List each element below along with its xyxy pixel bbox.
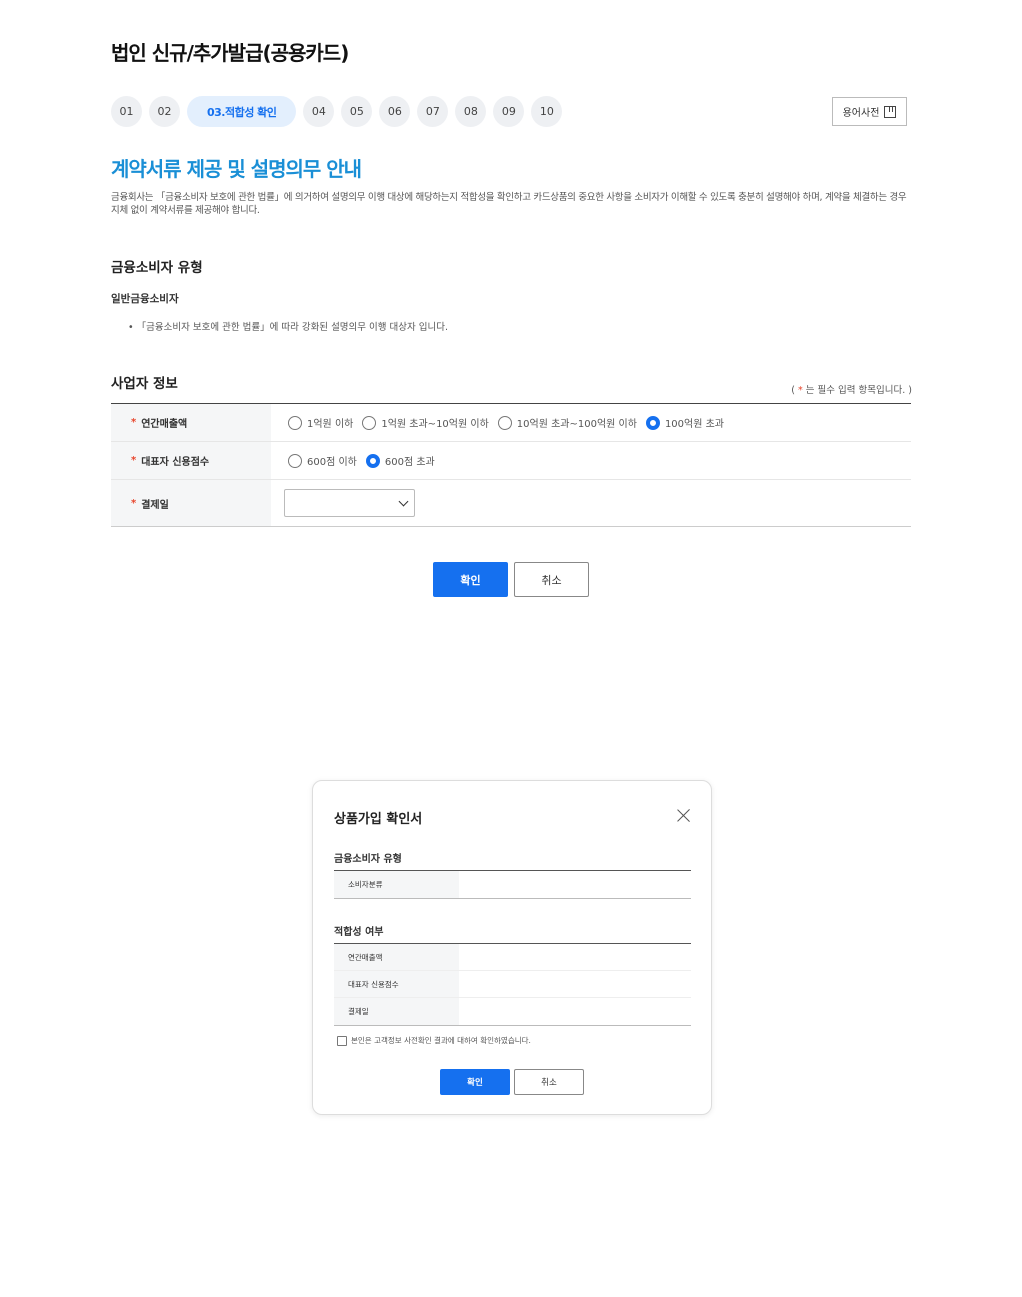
- required-note-suffix: 는 필수 입력 항목입니다. ): [802, 385, 912, 396]
- annual-sales-option-4[interactable]: 100억원 초과: [645, 415, 725, 430]
- checkbox-box[interactable]: [337, 1035, 347, 1046]
- credit-score-label: * 대표자 신용점수: [111, 442, 271, 479]
- modal-row: 대표자 신용점수: [334, 971, 691, 998]
- modal-consumer-table: 소비자분류: [334, 870, 691, 899]
- step-07: 07: [417, 96, 449, 127]
- step-indicator: 01 02 03.적합성 확인 04 05 06 07 08 09 10: [111, 96, 563, 127]
- step-05: 05: [341, 96, 373, 127]
- step-10: 10: [531, 96, 563, 127]
- radio-label: 100억원 초과: [664, 419, 725, 430]
- radio-circle[interactable]: [362, 415, 377, 430]
- step-02: 02: [149, 96, 180, 127]
- step-09: 09: [493, 96, 525, 127]
- modal-row: 연간매출액: [334, 944, 691, 971]
- modal-confirm-button[interactable]: 확인: [440, 1069, 510, 1095]
- annual-sales-label-text: 연간매출액: [141, 419, 188, 430]
- modal-section2-heading: 적합성 여부: [334, 927, 384, 938]
- payment-day-select[interactable]: [284, 489, 415, 517]
- radio-circle[interactable]: [497, 415, 512, 430]
- chevron-down-icon: [398, 496, 409, 507]
- annual-sales-option-2[interactable]: 1억원 초과~10억원 이하: [362, 415, 489, 430]
- business-info-table: * 연간매출액 1억원 이하 1억원 초과~10억원 이하 10억원 초과~10…: [111, 403, 911, 527]
- modal-row-label: 연간매출액: [334, 944, 459, 970]
- radio-label: 10억원 초과~100억원 이하: [516, 419, 637, 430]
- credit-score-option-2[interactable]: 600점 초과: [365, 453, 435, 468]
- payment-day-label: * 결제일: [111, 480, 271, 526]
- modal-agree-checkbox[interactable]: 본인은 고객정보 사전확인 결과에 대하여 확인하였습니다.: [337, 1035, 531, 1046]
- modal-row: 결제일: [334, 998, 691, 1025]
- payment-day-label-text: 결제일: [141, 499, 169, 511]
- modal-row: 소비자분류: [334, 871, 691, 898]
- annual-sales-option-3[interactable]: 10억원 초과~100억원 이하: [497, 415, 637, 430]
- required-note: ( * 는 필수 입력 항목입니다. ): [791, 382, 912, 396]
- page-title: 법인 신규/추가발급(공용카드): [111, 41, 349, 65]
- step-04: 04: [303, 96, 335, 127]
- confirm-button[interactable]: 확인: [433, 562, 508, 597]
- credit-score-label-text: 대표자 신용점수: [141, 457, 210, 468]
- consumer-type-heading: 금융소비자 유형: [111, 260, 203, 276]
- modal-cancel-button[interactable]: 취소: [514, 1069, 584, 1095]
- annual-sales-option-1[interactable]: 1억원 이하: [288, 415, 353, 430]
- modal-row-label: 소비자분류: [334, 871, 459, 898]
- glossary-button[interactable]: 용어사전: [832, 97, 907, 126]
- modal-section1-heading: 금융소비자 유형: [334, 854, 402, 865]
- step-03-current: 03.적합성 확인: [187, 96, 297, 127]
- modal-agree-label: 본인은 고객정보 사전확인 결과에 대하여 확인하였습니다.: [351, 1036, 531, 1045]
- annual-sales-label: * 연간매출액: [111, 404, 271, 441]
- credit-score-row: * 대표자 신용점수 600점 이하 600점 초과: [111, 442, 911, 480]
- consumer-type-note: • 「금융소비자 보호에 관한 법률」에 따라 강화된 설명의무 이행 대상자 …: [128, 319, 448, 333]
- required-note-prefix: (: [791, 385, 799, 396]
- payment-day-row: * 결제일: [111, 480, 911, 526]
- modal-suitability-table: 연간매출액 대표자 신용점수 결제일: [334, 943, 691, 1026]
- radio-circle[interactable]: [288, 453, 302, 468]
- required-mark: *: [131, 497, 137, 509]
- modal-row-value: [459, 971, 691, 997]
- radio-label: 600점 이하: [307, 457, 357, 468]
- radio-circle-selected[interactable]: [645, 415, 660, 430]
- radio-label: 1억원 이하: [307, 419, 354, 430]
- book-icon: [884, 105, 897, 118]
- section-title: 계약서류 제공 및 설명의무 안내: [111, 157, 362, 181]
- modal-title: 상품가입 확인서: [334, 812, 423, 827]
- modal-row-label: 대표자 신용점수: [334, 971, 459, 997]
- step-01: 01: [111, 96, 142, 127]
- required-mark: *: [131, 417, 137, 428]
- step-06: 06: [379, 96, 411, 127]
- cancel-button[interactable]: 취소: [514, 562, 589, 597]
- glossary-label: 용어사전: [842, 108, 880, 119]
- required-mark: *: [131, 455, 137, 466]
- annual-sales-row: * 연간매출액 1억원 이하 1억원 초과~10억원 이하 10억원 초과~10…: [111, 404, 911, 442]
- modal-row-value: [459, 944, 691, 970]
- payment-day-cell: [271, 480, 911, 526]
- close-icon[interactable]: [677, 808, 691, 822]
- radio-circle[interactable]: [288, 415, 302, 430]
- description: 금융회사는 「금융소비자 보호에 관한 법률」에 의거하여 설명의무 이행 대상…: [111, 192, 907, 216]
- credit-score-options: 600점 이하 600점 초과: [271, 442, 911, 479]
- consumer-type-value: 일반금융소비자: [111, 293, 179, 305]
- bullet-dot: •: [128, 322, 137, 333]
- radio-label: 1억원 초과~10억원 이하: [381, 419, 489, 430]
- step-08: 08: [455, 96, 487, 127]
- radio-circle-selected[interactable]: [365, 453, 380, 468]
- business-info-heading: 사업자 정보: [111, 376, 178, 392]
- confirmation-modal: 상품가입 확인서 금융소비자 유형 소비자분류 적합성 여부 연간매출액 대표자…: [312, 780, 712, 1115]
- modal-row-label: 결제일: [334, 998, 459, 1025]
- modal-row-value: [459, 871, 691, 898]
- credit-score-option-1[interactable]: 600점 이하: [288, 453, 357, 468]
- modal-row-value: [459, 998, 691, 1025]
- radio-label: 600점 초과: [384, 457, 435, 468]
- annual-sales-options: 1억원 이하 1억원 초과~10억원 이하 10억원 초과~100억원 이하 1…: [271, 404, 911, 441]
- consumer-type-note-text: 「금융소비자 보호에 관한 법률」에 따라 강화된 설명의무 이행 대상자 입니…: [136, 322, 449, 333]
